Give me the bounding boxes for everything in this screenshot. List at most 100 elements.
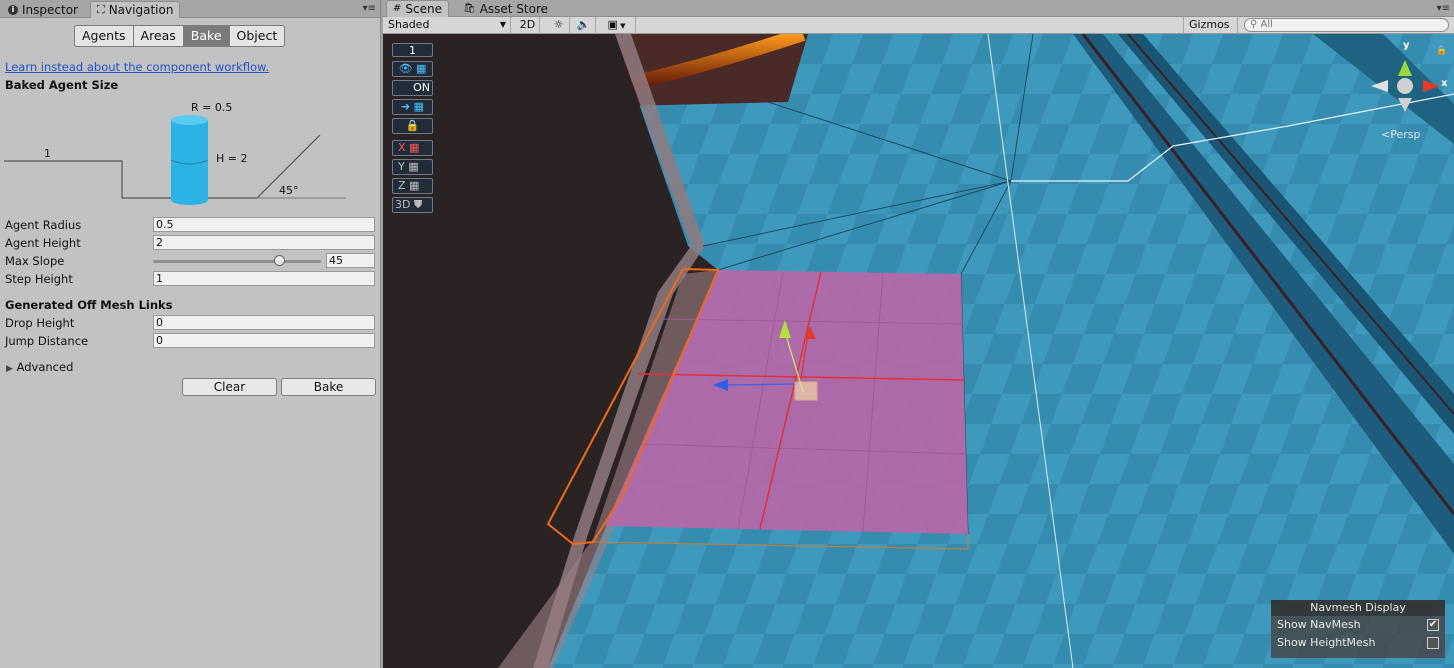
scene-search-input[interactable]: ⚲ All — [1244, 18, 1449, 32]
agent-size-diagram: R = 0.5 H = 2 1 45° — [4, 101, 346, 205]
x-axis-toggle[interactable]: X ▦ — [392, 140, 433, 156]
step-label: 1 — [44, 147, 51, 160]
scene-viewport[interactable]: 1 👁 ▦ ON ➜ ▦ 🔒 X ▦ Y ▦ Z ▦ 3D ⛊ y x 🔒 <P… — [383, 34, 1454, 668]
on-toggle[interactable]: ON — [392, 80, 433, 96]
tab-inspector[interactable]: i Inspector — [2, 1, 84, 18]
shading-mode-label: Shaded — [388, 18, 430, 31]
agent-cylinder — [170, 115, 209, 205]
tab-menu-icon[interactable]: ▾≡ — [363, 3, 376, 14]
show-heightmesh-row[interactable]: Show HeightMesh — [1271, 634, 1445, 652]
scene-audio-button[interactable]: 🔈 — [572, 17, 596, 34]
gizmo-x-label: x — [1441, 78, 1448, 89]
dropdown-arrow-icon: ▼ — [617, 22, 626, 30]
navigation-mode-segmented-control: Agents Areas Bake Object — [74, 25, 286, 47]
y-axis-toggle[interactable]: Y ▦ — [392, 159, 433, 175]
tab-scene[interactable]: # Scene — [386, 0, 449, 17]
max-slope-slider[interactable] — [153, 253, 321, 269]
arrow-right-icon: ➜ ▦ — [400, 100, 425, 113]
jump-distance-label: Jump Distance — [5, 334, 89, 348]
show-navmesh-row[interactable]: Show NavMesh ✔ — [1271, 616, 1445, 634]
scene-render — [383, 34, 1454, 668]
toggle-2d-button[interactable]: 2D — [516, 17, 540, 34]
gizmo-y-label: y — [1403, 40, 1410, 51]
tab-inspector-label: Inspector — [22, 2, 78, 17]
navmesh-display-panel: Navmesh Display Show NavMesh ✔ Show Heig… — [1271, 600, 1445, 658]
scene-grid-icon: # — [393, 3, 402, 14]
gizmos-dropdown[interactable]: Gizmos ▼ — [1183, 17, 1238, 47]
navigation-icon: ⛶ — [97, 3, 105, 16]
speaker-icon: 🔈 — [576, 18, 591, 31]
show-heightmesh-label: Show HeightMesh — [1277, 636, 1376, 649]
drop-height-label: Drop Height — [5, 316, 75, 330]
navmesh-display-title: Navmesh Display — [1271, 600, 1445, 616]
lock-view-icon[interactable]: 🔒 — [1436, 46, 1447, 56]
scene-effects-dropdown[interactable]: ▣ ▼ — [598, 17, 636, 34]
scene-window: # Scene 🛍 Asset Store ▾≡ Shaded ▼ 2D ☼ 🔈… — [383, 0, 1454, 668]
advanced-foldout[interactable]: ▶ Advanced — [6, 360, 73, 374]
max-slope-slider-track — [153, 260, 321, 263]
gizmos-label: Gizmos — [1189, 18, 1230, 31]
scene-tab-menu-icon[interactable]: ▾≡ — [1437, 3, 1450, 14]
clear-button[interactable]: Clear — [182, 378, 277, 396]
max-slope-field[interactable]: 45 — [326, 253, 375, 268]
tab-navigation[interactable]: ⛶ Navigation — [90, 1, 181, 18]
x-label: X — [398, 141, 406, 154]
foldout-triangle-icon: ▶ — [6, 364, 13, 374]
search-icon: ⚲ — [1250, 19, 1258, 30]
sun-icon: ☼ — [553, 18, 564, 31]
move-tool-toggle[interactable]: ➜ ▦ — [392, 99, 433, 115]
on-label: ON — [413, 81, 430, 94]
3d-label: 3D — [395, 198, 411, 211]
asset-store-icon: 🛍 — [463, 2, 476, 14]
max-slope-label: Max Slope — [5, 254, 65, 268]
grid-icon: ▦ — [408, 160, 419, 173]
persp-label: Persp — [1390, 128, 1421, 141]
3d-toggle[interactable]: 3D ⛊ — [392, 197, 433, 213]
agent-height-field[interactable]: 2 — [153, 235, 375, 250]
shading-mode-dropdown[interactable]: Shaded ▼ — [383, 17, 511, 34]
step-profile — [4, 134, 321, 199]
lock-toggle[interactable]: 🔒 — [392, 118, 433, 134]
step-height-field[interactable]: 1 — [153, 271, 375, 286]
tab-asset-store[interactable]: 🛍 Asset Store — [457, 0, 554, 17]
segment-areas[interactable]: Areas — [132, 25, 184, 47]
persp-icon: < — [1381, 128, 1391, 141]
bake-button[interactable]: Bake — [281, 378, 376, 396]
navigation-window: i Inspector ⛶ Navigation ▾≡ Agents Areas… — [0, 0, 381, 668]
drop-height-field[interactable]: 0 — [153, 315, 375, 330]
grid-icon: ▦ — [409, 141, 420, 154]
agent-radius-label: Agent Radius — [5, 218, 82, 232]
scene-tab-bar: # Scene 🛍 Asset Store ▾≡ — [383, 0, 1454, 17]
off-mesh-links-heading: Generated Off Mesh Links — [5, 298, 173, 312]
segment-agents[interactable]: Agents — [74, 25, 134, 47]
lock-icon: 🔒 — [405, 119, 420, 132]
slope-label: 45° — [279, 184, 299, 197]
tab-scene-label: Scene — [405, 2, 442, 16]
radius-label: R = 0.5 — [191, 101, 232, 114]
z-axis-toggle[interactable]: Z ▦ — [392, 178, 433, 194]
visibility-toggle[interactable]: 👁 ▦ — [392, 61, 433, 77]
shield-icon: ⛊ — [413, 198, 423, 211]
agent-radius-field[interactable]: 0.5 — [153, 217, 375, 232]
jump-distance-field[interactable]: 0 — [153, 333, 375, 348]
scene-toolbar: Shaded ▼ 2D ☼ 🔈 ▣ ▼ Gizmos ▼ ⚲ All — [383, 17, 1454, 47]
max-slope-slider-thumb[interactable] — [274, 255, 285, 266]
z-label: Z — [398, 179, 406, 192]
baked-agent-size-heading: Baked Agent Size — [5, 78, 119, 92]
agent-height-label: Agent Height — [5, 236, 81, 250]
show-navmesh-checkbox[interactable]: ✔ — [1427, 619, 1439, 631]
component-workflow-link[interactable]: Learn instead about the component workfl… — [5, 60, 269, 74]
show-navmesh-label: Show NavMesh — [1277, 618, 1361, 631]
show-heightmesh-checkbox[interactable] — [1427, 637, 1439, 649]
scene-lighting-button[interactable]: ☼ — [548, 17, 570, 34]
segment-bake[interactable]: Bake — [182, 25, 230, 47]
info-icon: i — [8, 4, 18, 15]
advanced-label: Advanced — [16, 360, 74, 374]
search-placeholder: All — [1260, 19, 1273, 30]
tab-asset-store-label: Asset Store — [479, 1, 549, 16]
segment-object[interactable]: Object — [228, 25, 286, 47]
perspective-toggle[interactable]: <Persp — [1381, 128, 1420, 141]
y-label: Y — [398, 160, 405, 173]
height-label: H = 2 — [216, 152, 247, 165]
eye-icon: 👁 ▦ — [398, 62, 427, 75]
